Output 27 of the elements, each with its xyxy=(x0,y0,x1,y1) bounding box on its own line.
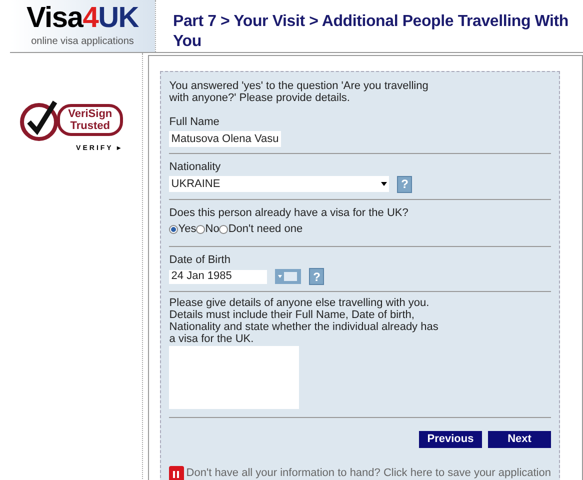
seal-text: Trusted xyxy=(69,120,111,132)
previous-button[interactable]: Previous xyxy=(419,431,482,448)
radio-button[interactable] xyxy=(219,224,228,234)
radio-option[interactable]: Yes xyxy=(169,221,196,238)
save-link[interactable]: Don't have all your information to hand? Click here to save your application xyxy=(186,465,551,480)
caret-icon xyxy=(381,182,388,186)
field-label: Nationality xyxy=(169,160,222,175)
logo-tagline: online visa applications xyxy=(31,34,134,48)
radio-button[interactable] xyxy=(169,224,178,234)
details-instructions: Please give details of anyone else travelling with you. Details must include their Full Name, Date of birth, Nationality and state whether the individual already has a visa for the UK. xyxy=(169,297,440,345)
intro-text: You answered 'yes' to the question 'Are you travelling with anyone?' Please provide details. xyxy=(169,80,430,104)
calendar-icon[interactable] xyxy=(275,269,302,284)
pause-icon xyxy=(169,466,184,480)
field-label: Date of Birth xyxy=(169,252,232,268)
radio-button[interactable] xyxy=(196,224,206,234)
question-label: Does this person already have a visa for the UK? xyxy=(169,206,410,220)
page-title: Part 7 > Your Visit > Additional People Travelling With You xyxy=(173,12,570,52)
logo[interactable]: Visa4UK xyxy=(26,4,139,32)
next-button[interactable]: Next xyxy=(488,431,551,448)
date-field[interactable]: 24 Jan 1985 xyxy=(169,270,268,284)
details-field[interactable] xyxy=(169,346,300,409)
field-label: Full Name xyxy=(169,115,220,130)
nationality-dropdown[interactable]: UKRAINE xyxy=(169,176,390,192)
radio-option[interactable]: No xyxy=(196,221,220,238)
radio-option[interactable]: Don't need one xyxy=(219,221,303,238)
full-name-field[interactable]: Matusova Olena Vasu xyxy=(169,130,282,147)
seal-text: VeriSign xyxy=(68,108,112,120)
